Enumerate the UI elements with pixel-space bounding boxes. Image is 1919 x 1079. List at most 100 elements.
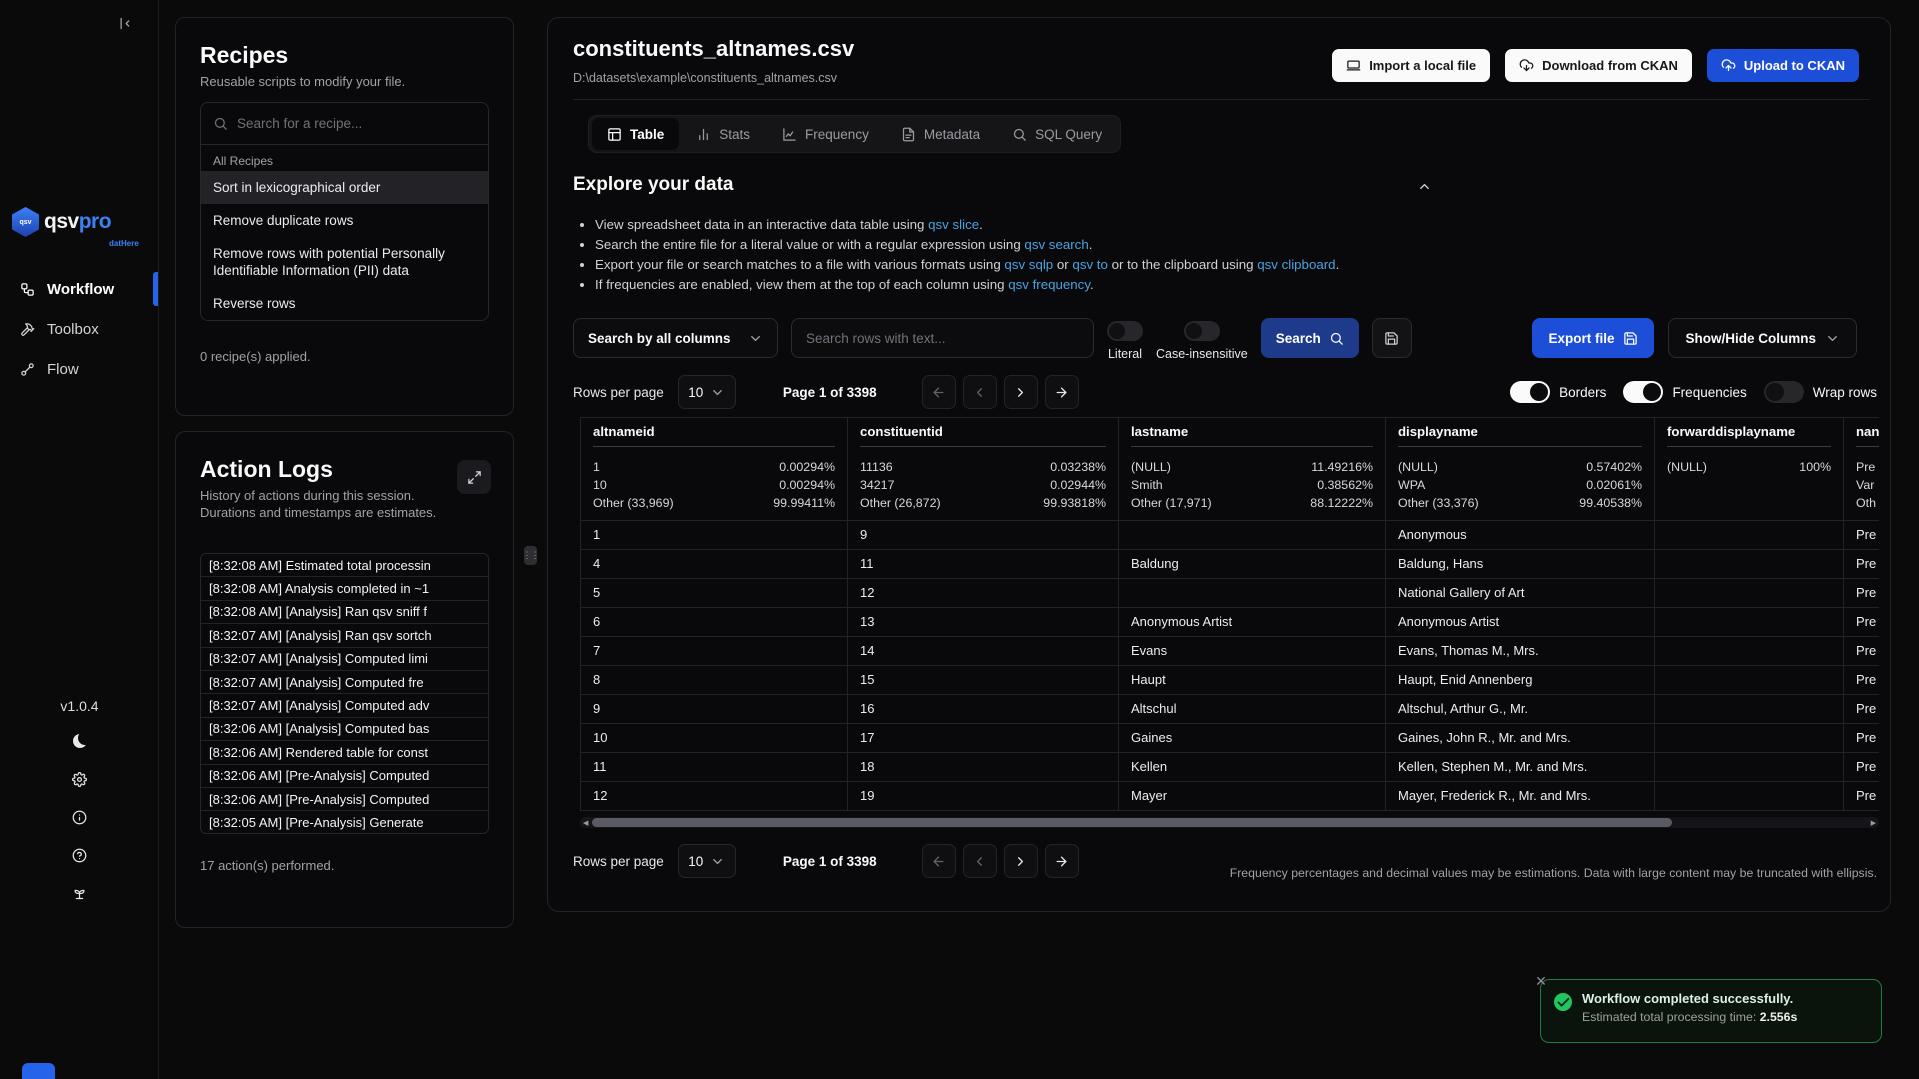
table-cell: 12: [581, 782, 848, 811]
next-page-button[interactable]: [1004, 375, 1038, 409]
chevron-left-icon: [972, 385, 987, 400]
table-row[interactable]: 512National Gallery of ArtPre: [581, 579, 1879, 608]
table-cell: 11: [848, 550, 1119, 579]
wrap-rows-toggle[interactable]: [1764, 381, 1804, 403]
frequencies-toggle-group: Frequencies: [1623, 381, 1746, 403]
export-file-button[interactable]: Export file: [1532, 318, 1654, 358]
table-row[interactable]: 1219MayerMayer, Frederick R., Mr. and Mr…: [581, 782, 1879, 811]
log-entry: [8:32:07 AM] [Analysis] Computed adv: [201, 694, 488, 717]
save-icon: [1384, 331, 1399, 346]
link-qsv-to[interactable]: qsv to: [1072, 257, 1107, 272]
table-row[interactable]: 815HauptHaupt, Enid AnnenbergPre: [581, 666, 1879, 695]
rows-per-page-select[interactable]: 10: [678, 375, 736, 409]
collapse-explore-button[interactable]: [1417, 179, 1432, 199]
recipes-subtitle: Reusable scripts to modify your file.: [200, 73, 489, 90]
toast-message: Estimated total processing time: 2.556s: [1582, 1010, 1797, 1024]
dark-mode-toggle-button[interactable]: [69, 730, 91, 752]
table-row[interactable]: 1017GainesGaines, John R., Mr. and Mrs.P…: [581, 724, 1879, 753]
settings-button[interactable]: [69, 768, 91, 790]
table-row[interactable]: 1118KellenKellen, Stephen M., Mr. and Mr…: [581, 753, 1879, 782]
table-row[interactable]: 19AnonymousPre: [581, 521, 1879, 550]
workflow-icon: [20, 282, 35, 297]
table-cell: 1: [581, 521, 848, 550]
tab-metadata[interactable]: Metadata: [886, 118, 995, 150]
panel-resize-handle[interactable]: ⋮⋮: [524, 546, 537, 565]
pagination-buttons: [922, 844, 1079, 878]
table-cell: [1655, 666, 1844, 695]
flow-icon: [20, 362, 35, 377]
tab-frequency[interactable]: Frequency: [767, 118, 884, 150]
literal-toggle[interactable]: [1107, 321, 1143, 341]
table-row[interactable]: 613Anonymous ArtistAnonymous ArtistPre: [581, 608, 1879, 637]
recipes-title: Recipes: [200, 42, 489, 68]
last-page-button[interactable]: [1045, 844, 1079, 878]
column-header-constituentid[interactable]: constituentid: [848, 418, 1119, 451]
scrollbar-thumb[interactable]: [592, 818, 1672, 827]
scroll-left-arrow-icon[interactable]: ◀: [583, 817, 588, 828]
next-page-button[interactable]: [1004, 844, 1038, 878]
previous-page-button[interactable]: [963, 375, 997, 409]
toast-body: Workflow completed successfully. Estimat…: [1582, 991, 1797, 1031]
collapse-sidebar-button[interactable]: [110, 8, 140, 38]
save-search-button[interactable]: [1372, 318, 1412, 358]
success-toast: ✕ Workflow completed successfully. Estim…: [1540, 979, 1882, 1043]
sidebar-item-workflow[interactable]: Workflow: [0, 269, 158, 309]
column-header-altnameid[interactable]: altnameid: [581, 418, 848, 451]
sidebar-footer: v1.0.4: [0, 698, 159, 904]
case-insensitive-toggle[interactable]: [1184, 321, 1220, 341]
frequencies-toggle[interactable]: [1623, 381, 1663, 403]
table-icon: [607, 127, 622, 142]
import-local-file-button[interactable]: Import a local file: [1332, 49, 1490, 82]
first-page-button[interactable]: [922, 375, 956, 409]
previous-page-button[interactable]: [963, 844, 997, 878]
column-header-nan[interactable]: nan: [1844, 418, 1879, 451]
download-from-ckan-button[interactable]: Download from CKAN: [1505, 49, 1692, 82]
upload-to-ckan-button[interactable]: Upload to CKAN: [1707, 49, 1859, 82]
table-cell: 6: [581, 608, 848, 637]
recipe-search-input[interactable]: Search for a recipe...: [201, 103, 488, 145]
search-column-selector[interactable]: Search by all columns: [573, 318, 778, 358]
stats-icon: [696, 127, 711, 142]
table-row[interactable]: 411BaldungBaldung, HansPre: [581, 550, 1879, 579]
link-qsv-sqlp[interactable]: qsv sqlp: [1004, 257, 1053, 272]
sidebar-item-toolbox[interactable]: Toolbox: [0, 309, 158, 349]
borders-toggle[interactable]: [1510, 381, 1550, 403]
expand-logs-button[interactable]: [457, 460, 491, 494]
table-row[interactable]: 714EvansEvans, Thomas M., Mrs.Pre: [581, 637, 1879, 666]
partially-visible-blue-element: [22, 1063, 55, 1079]
recipe-item-remove-rows-with-potential-per[interactable]: Remove rows with potential Personally Id…: [201, 237, 488, 287]
column-header-forwarddisplayname[interactable]: forwarddisplayname: [1655, 418, 1844, 451]
search-button[interactable]: Search: [1261, 318, 1359, 358]
recipe-item-sort-in-lexicographical-order[interactable]: Sort in lexicographical order: [201, 171, 488, 204]
last-page-button[interactable]: [1045, 375, 1079, 409]
link-qsv-clipboard[interactable]: qsv clipboard: [1257, 257, 1335, 272]
scroll-right-arrow-icon[interactable]: ▶: [1871, 817, 1876, 828]
recipe-item-remove-duplicate-rows[interactable]: Remove duplicate rows: [201, 204, 488, 237]
horizontal-scrollbar[interactable]: ◀ ▶: [580, 817, 1879, 828]
table-row[interactable]: 916AltschulAltschul, Arthur G., Mr.Pre: [581, 695, 1879, 724]
link-qsv-slice[interactable]: qsv slice: [928, 217, 979, 232]
literal-toggle-group: Literal: [1107, 318, 1143, 361]
log-entry: [8:32:05 AM] [Pre-Analysis] Generate: [201, 811, 488, 834]
sidebar-item-flow[interactable]: Flow: [0, 349, 158, 389]
sql-query-icon: [1012, 127, 1027, 142]
about-button[interactable]: [69, 806, 91, 828]
rows-per-page-select[interactable]: 10: [678, 844, 736, 878]
tab-sql-query[interactable]: SQL Query: [997, 118, 1117, 150]
log-entry: [8:32:07 AM] [Analysis] Computed limi: [201, 648, 488, 671]
show-hide-columns-button[interactable]: Show/Hide Columns: [1668, 318, 1857, 358]
table-cell: Haupt, Enid Annenberg: [1386, 666, 1655, 695]
column-header-lastname[interactable]: lastname: [1119, 418, 1386, 451]
tab-stats[interactable]: Stats: [681, 118, 765, 150]
first-page-button[interactable]: [922, 844, 956, 878]
search-controls: Search by all columns Search rows with t…: [573, 318, 1412, 361]
search-input[interactable]: Search rows with text...: [791, 318, 1094, 358]
tab-table[interactable]: Table: [592, 118, 679, 150]
link-qsv-search[interactable]: qsv search: [1024, 237, 1088, 252]
column-header-displayname[interactable]: displayname: [1386, 418, 1655, 451]
recipe-item-reverse-rows[interactable]: Reverse rows: [201, 287, 488, 320]
seedling-button[interactable]: [69, 882, 91, 904]
link-qsv-frequency[interactable]: qsv frequency: [1008, 277, 1090, 292]
help-button[interactable]: [69, 844, 91, 866]
toast-close-button[interactable]: ✕: [1532, 972, 1550, 990]
